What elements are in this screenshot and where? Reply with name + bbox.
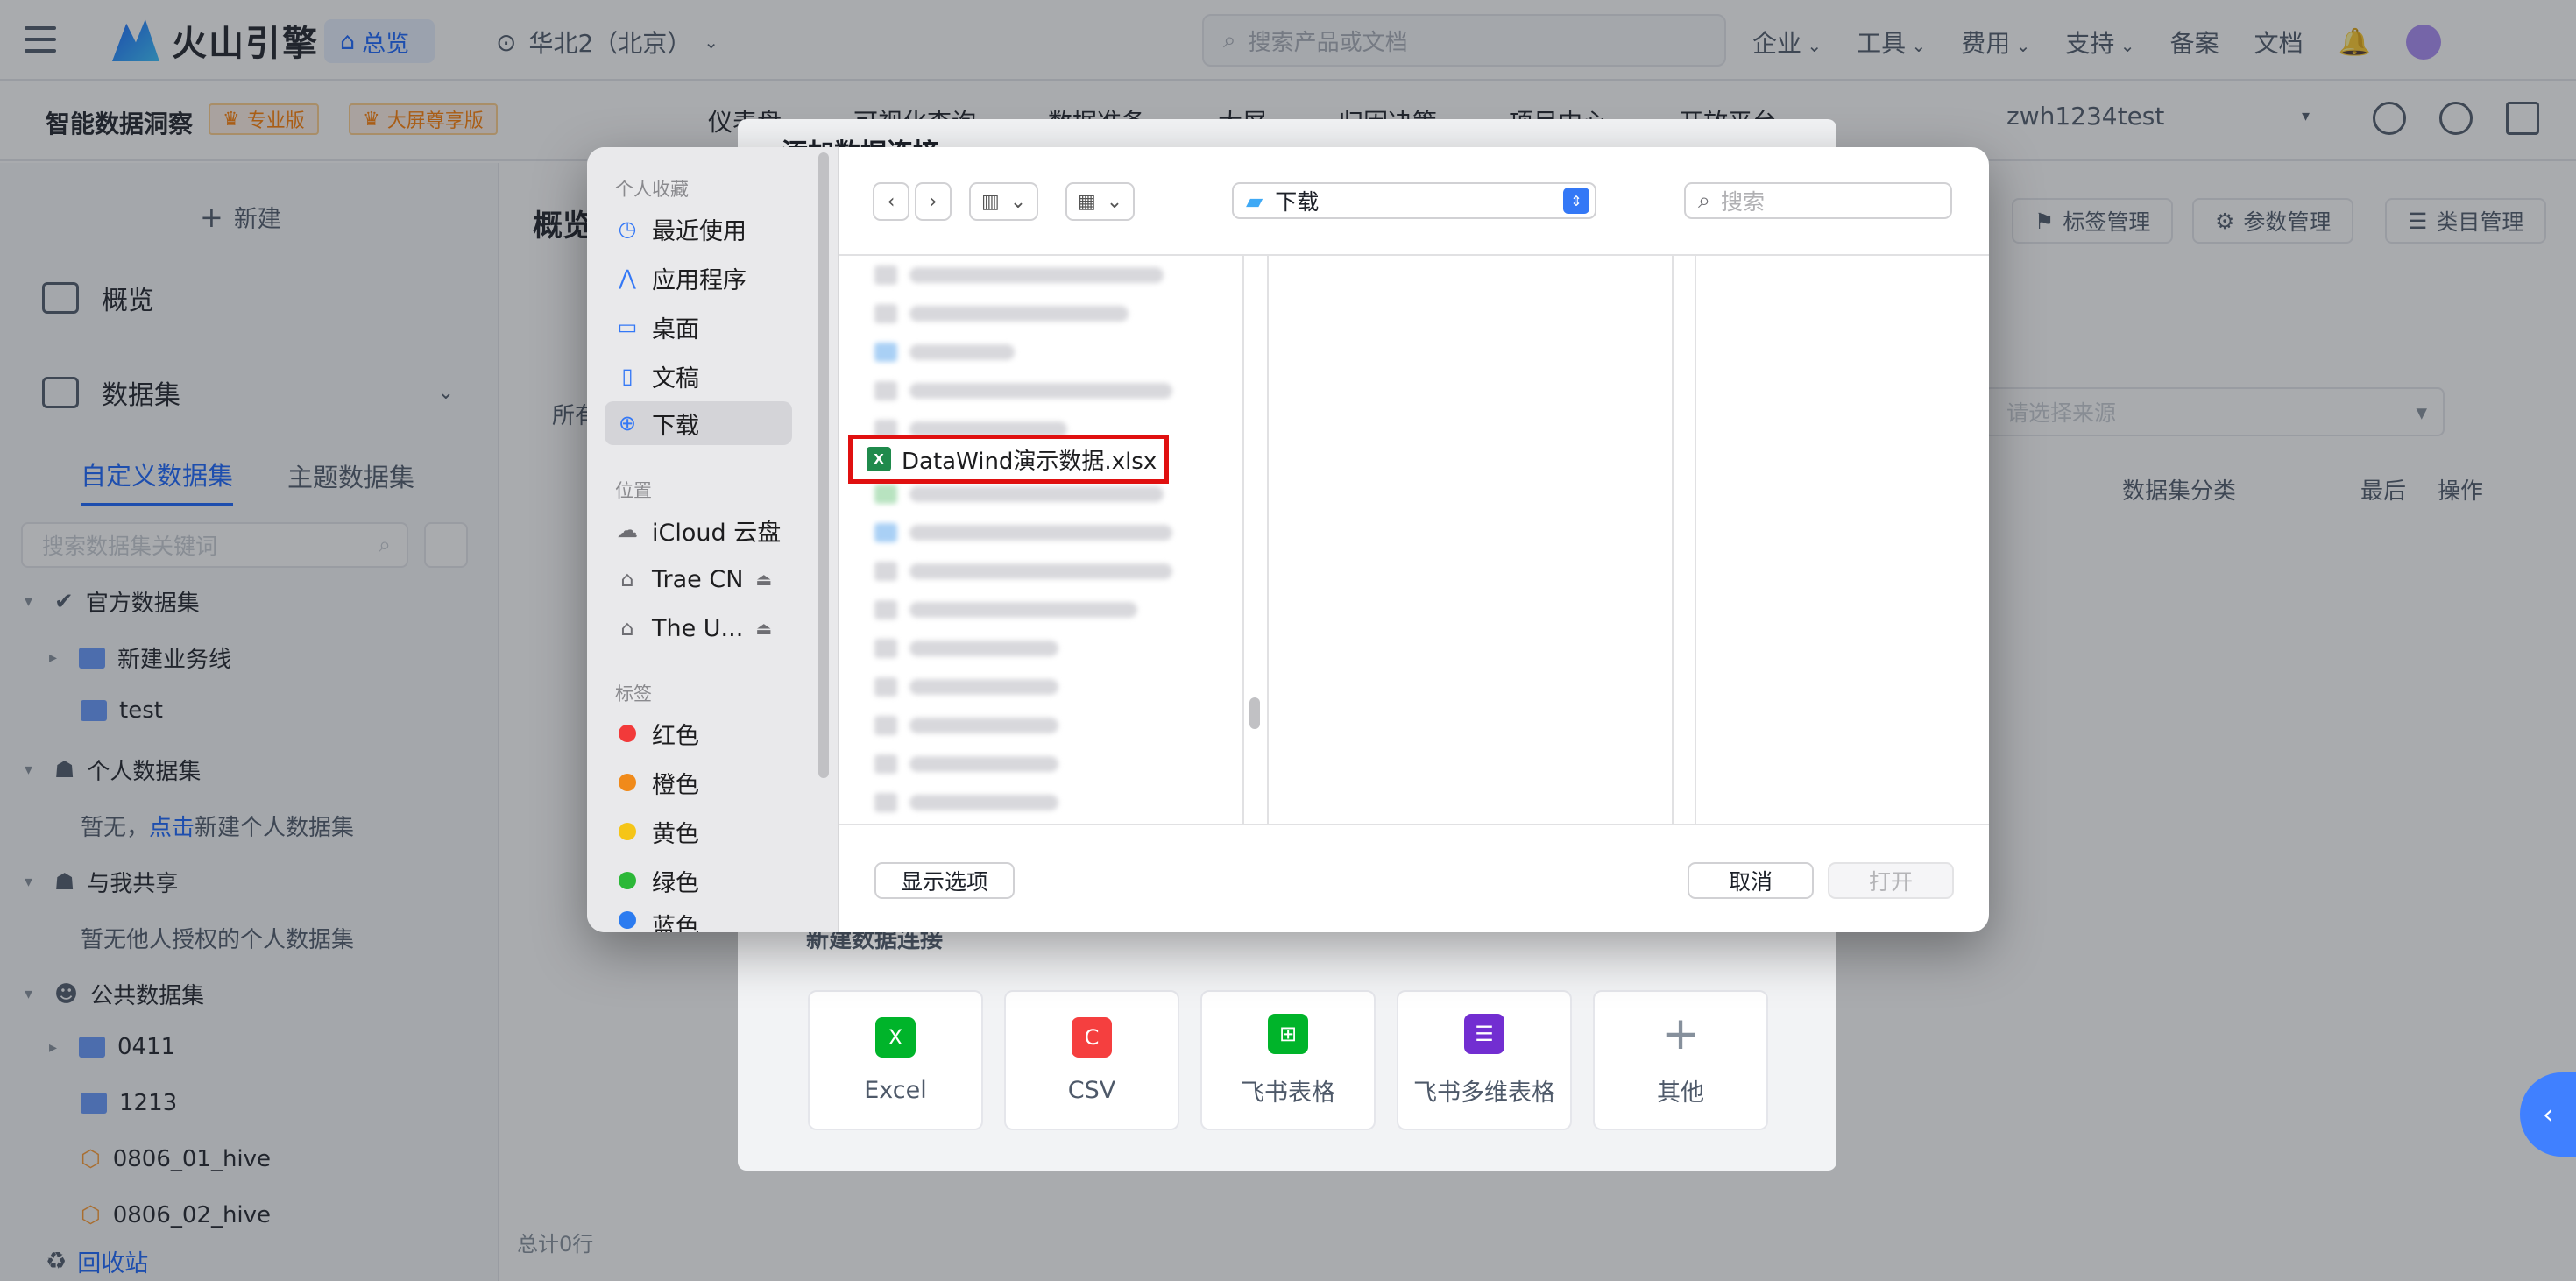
- cancel-button[interactable]: 取消: [1688, 862, 1814, 899]
- document-icon: ▯: [621, 364, 633, 388]
- finder-tag-orange[interactable]: 橙色: [605, 761, 792, 804]
- finder-item-icloud[interactable]: ☁ iCloud 云盘: [605, 508, 792, 552]
- nav-arrows: ‹ ›: [873, 182, 952, 221]
- finder-item-downloads[interactable]: ⊕ 下载: [605, 401, 792, 445]
- cloud-icon: ☁: [617, 518, 638, 542]
- view-mode-button[interactable]: ▥ ⌄: [969, 182, 1039, 221]
- column-divider[interactable]: [1672, 254, 1674, 825]
- finder-item-label: 下载: [652, 412, 699, 440]
- download-icon: ⊕: [618, 411, 637, 435]
- finder-item-label: Trae CN: [652, 565, 744, 593]
- sidebar-scrollbar[interactable]: [818, 152, 829, 778]
- blurred-file-list: [874, 475, 1190, 822]
- finder-item-label: 文稿: [652, 364, 699, 393]
- chevron-left-icon: ‹: [2543, 1099, 2553, 1130]
- column-divider[interactable]: [1242, 254, 1244, 825]
- tag-dot-icon: [619, 774, 636, 791]
- drive-icon: ⌂: [620, 616, 634, 640]
- file-name: DataWind演示数据.xlsx: [902, 448, 1157, 475]
- tag-dot-icon: [619, 725, 636, 742]
- search-icon: ⌕: [1698, 188, 1711, 213]
- desktop-icon: ▭: [617, 315, 638, 339]
- finder-item-label: 红色: [652, 722, 699, 750]
- finder-item-label: 绿色: [652, 869, 699, 897]
- sheet-grid-icon: ⊞: [1268, 1013, 1308, 1054]
- columns-view-icon: ▥: [981, 190, 1000, 213]
- finder-item-desktop[interactable]: ▭ 桌面: [605, 305, 792, 349]
- dialog-search-input[interactable]: ⌕ 搜索: [1684, 182, 1952, 219]
- csv-icon: C: [1072, 1016, 1112, 1058]
- finder-item-trae-cn[interactable]: ⌂ Trae CN ⏏: [605, 557, 792, 601]
- card-label: CSV: [1067, 1076, 1116, 1104]
- tag-dot-icon: [619, 911, 636, 929]
- finder-item-label: 橙色: [652, 771, 699, 799]
- card-label: 飞书多维表格: [1413, 1079, 1555, 1107]
- chevron-left-icon: ‹: [887, 190, 895, 213]
- button-label: 显示选项: [900, 869, 988, 895]
- card-label: 飞书表格: [1241, 1079, 1335, 1107]
- column-divider: [1695, 254, 1696, 825]
- finder-item-label: 桌面: [652, 315, 699, 343]
- folder-icon: ▰: [1246, 188, 1263, 214]
- excel-file-icon: X: [867, 447, 891, 471]
- finder-tag-blue[interactable]: 蓝色: [605, 908, 792, 932]
- grid-icon: ▦: [1078, 190, 1096, 213]
- updown-icon: ⇕: [1563, 188, 1589, 214]
- eject-icon[interactable]: ⏏: [755, 618, 772, 639]
- button-label: 取消: [1728, 869, 1773, 895]
- blurred-file-list: [874, 256, 1190, 449]
- connection-card-csv[interactable]: C CSV: [1004, 990, 1179, 1130]
- plus-icon: +: [1661, 1007, 1700, 1060]
- finder-item-label: The U...: [652, 614, 744, 642]
- finder-item-label: 最近使用: [652, 217, 747, 245]
- card-label: 其他: [1657, 1079, 1704, 1107]
- finder-tag-yellow[interactable]: 黄色: [605, 810, 792, 853]
- locations-heading: 位置: [615, 480, 652, 501]
- finder-item-applications[interactable]: ⋀ 应用程序: [605, 256, 792, 300]
- finder-item-recents[interactable]: ◷ 最近使用: [605, 207, 792, 251]
- connection-card-excel[interactable]: X Excel: [808, 990, 983, 1130]
- finder-item-label: 黄色: [652, 820, 699, 848]
- eject-icon[interactable]: ⏏: [755, 569, 772, 590]
- apps-icon: ⋀: [619, 265, 636, 290]
- search-placeholder: 搜索: [1721, 189, 1766, 215]
- column-divider: [1267, 254, 1269, 825]
- finder-item-the-u[interactable]: ⌂ The U... ⏏: [605, 606, 792, 650]
- bitable-icon: ☰: [1464, 1013, 1504, 1054]
- forward-button[interactable]: ›: [915, 182, 952, 221]
- finder-item-documents[interactable]: ▯ 文稿: [605, 354, 792, 398]
- chevron-down-icon: ⌄: [1106, 190, 1123, 213]
- connection-card-other[interactable]: + 其他: [1593, 990, 1768, 1130]
- finder-tag-green[interactable]: 绿色: [605, 859, 792, 902]
- finder-item-label: 应用程序: [652, 266, 747, 294]
- tags-heading: 标签: [615, 683, 652, 704]
- finder-item-label: 蓝色: [652, 914, 699, 932]
- button-label: 打开: [1868, 869, 1913, 895]
- card-label: Excel: [864, 1076, 927, 1104]
- drive-icon: ⌂: [620, 567, 634, 591]
- connection-card-feishu-sheet[interactable]: ⊞ 飞书表格: [1200, 990, 1376, 1130]
- tag-dot-icon: [619, 823, 636, 840]
- favorites-heading: 个人收藏: [615, 179, 689, 200]
- file-row-datawind-xlsx[interactable]: X DataWind演示数据.xlsx: [848, 435, 1169, 484]
- chevron-right-icon: ›: [929, 190, 938, 213]
- file-list-scrollbar[interactable]: [1249, 697, 1260, 729]
- chevron-down-icon: ⌄: [1009, 190, 1027, 213]
- folder-path-select[interactable]: ▰ 下载 ⇕: [1232, 182, 1596, 219]
- clock-icon: ◷: [618, 216, 637, 241]
- current-folder-label: 下载: [1275, 189, 1320, 215]
- show-options-button[interactable]: 显示选项: [874, 862, 1015, 899]
- finder-tag-red[interactable]: 红色: [605, 711, 792, 755]
- group-button[interactable]: ▦ ⌄: [1065, 182, 1136, 221]
- open-button[interactable]: 打开: [1828, 862, 1954, 899]
- excel-icon: X: [875, 1016, 916, 1058]
- connection-card-feishu-bitable[interactable]: ☰ 飞书多维表格: [1397, 990, 1572, 1130]
- finder-item-label: iCloud 云盘: [652, 519, 782, 547]
- tag-dot-icon: [619, 872, 636, 889]
- back-button[interactable]: ‹: [873, 182, 909, 221]
